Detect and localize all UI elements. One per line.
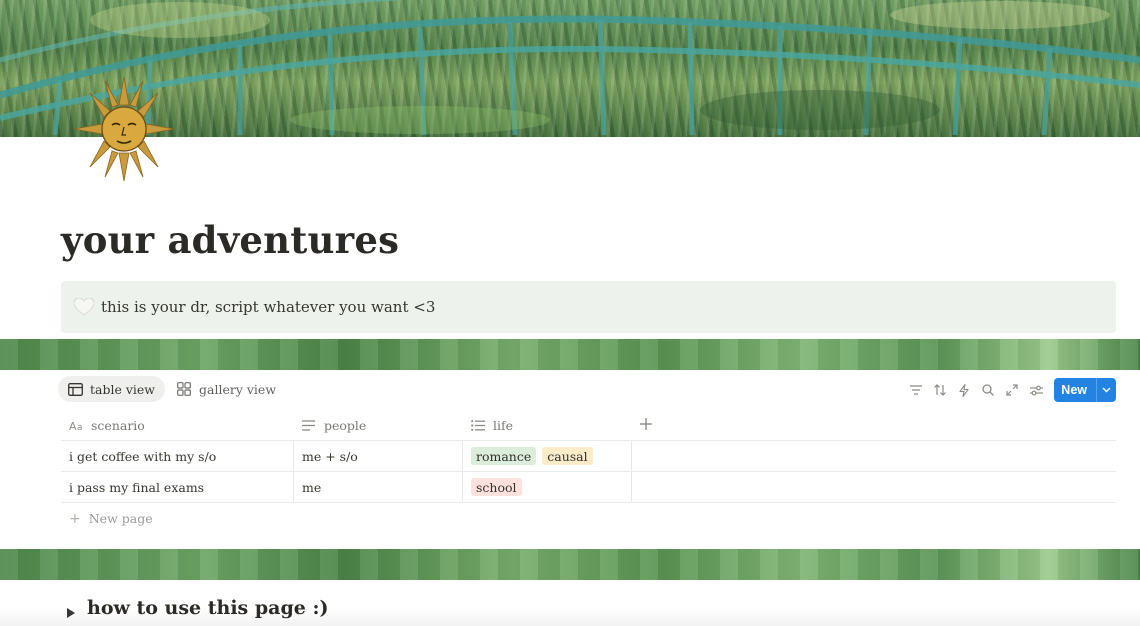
automation-lightning-icon[interactable] [952, 378, 976, 402]
sun-face-icon[interactable] [72, 75, 176, 183]
new-button-label[interactable]: New [1054, 378, 1096, 402]
tag-school: school [471, 478, 522, 496]
column-header-scenario[interactable]: Aa scenario [61, 410, 294, 440]
toggle-heading-text[interactable]: how to use this page :) [87, 597, 328, 619]
column-label: scenario [91, 417, 145, 433]
cell-scenario[interactable]: i get coffee with my s/o [61, 441, 294, 471]
tab-label: table view [90, 381, 156, 397]
table-row[interactable]: i get coffee with my s/o me + s/o romanc… [61, 441, 1116, 472]
settings-sliders-icon[interactable] [1024, 378, 1048, 402]
tab-label: gallery view [199, 381, 277, 397]
new-page-button[interactable]: + New page [61, 503, 1116, 534]
svg-text:a: a [77, 423, 83, 431]
header-filler [682, 410, 1116, 440]
text-lines-icon [302, 417, 318, 433]
sort-icon[interactable] [928, 378, 952, 402]
gallery-icon [177, 381, 193, 397]
cell-empty [632, 441, 1116, 471]
svg-text:A: A [69, 420, 77, 431]
text-aa-icon: Aa [69, 417, 85, 433]
column-header-people[interactable]: people [294, 410, 463, 440]
green-divider-image [0, 549, 1140, 580]
new-button[interactable]: New [1054, 378, 1116, 402]
green-divider-image [0, 339, 1140, 370]
multi-select-list-icon [471, 417, 487, 433]
plus-icon [640, 417, 652, 433]
cell-life[interactable]: romance causal [463, 441, 632, 471]
tab-table-view[interactable]: table view [58, 376, 166, 402]
table-row[interactable]: i pass my final exams me school [61, 472, 1116, 503]
callout-block[interactable]: this is your dr, script whatever you wan… [61, 281, 1116, 333]
toggle-triangle-icon[interactable] [66, 604, 78, 618]
search-icon[interactable] [976, 378, 1000, 402]
cell-people[interactable]: me [294, 472, 463, 502]
callout-text[interactable]: this is your dr, script whatever you wan… [101, 298, 435, 316]
expand-icon[interactable] [1000, 378, 1024, 402]
column-label: life [493, 417, 514, 433]
column-header-life[interactable]: life [463, 410, 632, 440]
page-title[interactable]: your adventures [61, 218, 399, 262]
white-heart-icon[interactable] [73, 296, 95, 318]
cell-people[interactable]: me + s/o [294, 441, 463, 471]
chevron-down-icon[interactable] [1096, 378, 1116, 402]
column-label: people [324, 417, 367, 433]
view-tabs: table view gallery view [58, 376, 288, 402]
new-page-label: New page [88, 511, 153, 526]
cell-scenario[interactable]: i pass my final exams [61, 472, 294, 502]
database-table: Aa scenario people life i get coffee wit… [61, 410, 1116, 534]
table-header-row: Aa scenario people life [61, 410, 1116, 441]
toggle-heading[interactable]: how to use this page :) [66, 597, 328, 619]
cell-life[interactable]: school [463, 472, 632, 502]
add-column-button[interactable] [632, 410, 682, 440]
filter-icon[interactable] [904, 378, 928, 402]
plus-icon: + [69, 510, 81, 527]
tag-romance: romance [471, 447, 537, 465]
tag-causal: causal [542, 447, 593, 465]
tab-gallery-view[interactable]: gallery view [167, 376, 286, 402]
database-toolbar: New [904, 378, 1116, 402]
table-icon [68, 381, 84, 397]
cell-empty [632, 472, 1116, 502]
